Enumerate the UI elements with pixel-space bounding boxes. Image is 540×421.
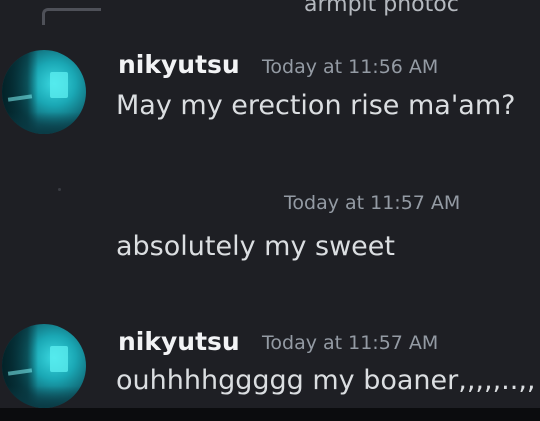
divider-dot [58,188,61,191]
message-text: ouhhhhggggg my boaner,,,,,..,, [116,365,536,396]
message-username[interactable]: nikyutsu [118,327,240,356]
bottom-bar [0,408,540,421]
chat-screen: armpit photoc nikyutsu Today at 11:56 AM… [0,0,540,421]
message-timestamp: Today at 11:57 AM [284,192,461,214]
message-timestamp: Today at 11:56 AM [262,56,439,78]
reply-spine-icon [42,8,101,25]
message-username[interactable]: nikyutsu [118,50,240,79]
avatar[interactable] [2,324,86,408]
message-text: May my erection rise ma'am? [116,90,516,121]
reply-preview-text[interactable]: armpit photoc [304,0,459,17]
message-text: absolutely my sweet [116,231,395,262]
message-timestamp: Today at 11:57 AM [262,332,439,354]
avatar[interactable] [2,50,86,134]
